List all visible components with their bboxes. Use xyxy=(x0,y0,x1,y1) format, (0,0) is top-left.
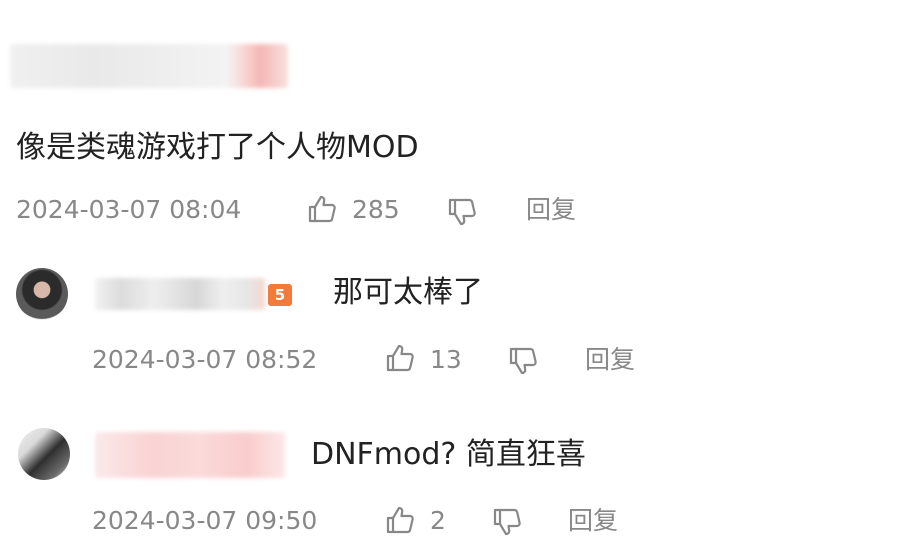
thumbs-up-icon[interactable] xyxy=(384,504,416,536)
comment-timestamp: 2024-03-07 08:52 xyxy=(92,345,318,374)
username-blurred xyxy=(10,44,288,88)
username-blurred xyxy=(95,278,265,310)
comment-timestamp: 2024-03-07 08:04 xyxy=(16,195,242,224)
like-count: 285 xyxy=(352,195,400,224)
thumbs-up-icon[interactable] xyxy=(306,193,338,225)
reply-button[interactable]: 回复 xyxy=(585,345,635,375)
comment-text: 像是类魂游戏打了个人物MOD xyxy=(16,130,419,165)
thumbs-down-icon[interactable] xyxy=(491,506,523,538)
thumbs-down-icon[interactable] xyxy=(446,196,478,228)
comment-text: 那可太棒了 xyxy=(333,275,483,310)
like-count: 13 xyxy=(430,345,462,374)
comment-timestamp: 2024-03-07 09:50 xyxy=(92,506,318,535)
reply-button[interactable]: 回复 xyxy=(526,195,576,225)
thumbs-down-icon[interactable] xyxy=(507,345,539,377)
like-count: 2 xyxy=(430,506,446,535)
avatar[interactable] xyxy=(18,428,70,480)
username-blurred xyxy=(95,432,285,478)
level-badge: 5 xyxy=(268,284,292,306)
comment-text: DNFmod? 简直狂喜 xyxy=(311,437,586,472)
thumbs-up-icon[interactable] xyxy=(384,342,416,374)
avatar[interactable] xyxy=(16,268,68,320)
reply-button[interactable]: 回复 xyxy=(568,506,618,536)
